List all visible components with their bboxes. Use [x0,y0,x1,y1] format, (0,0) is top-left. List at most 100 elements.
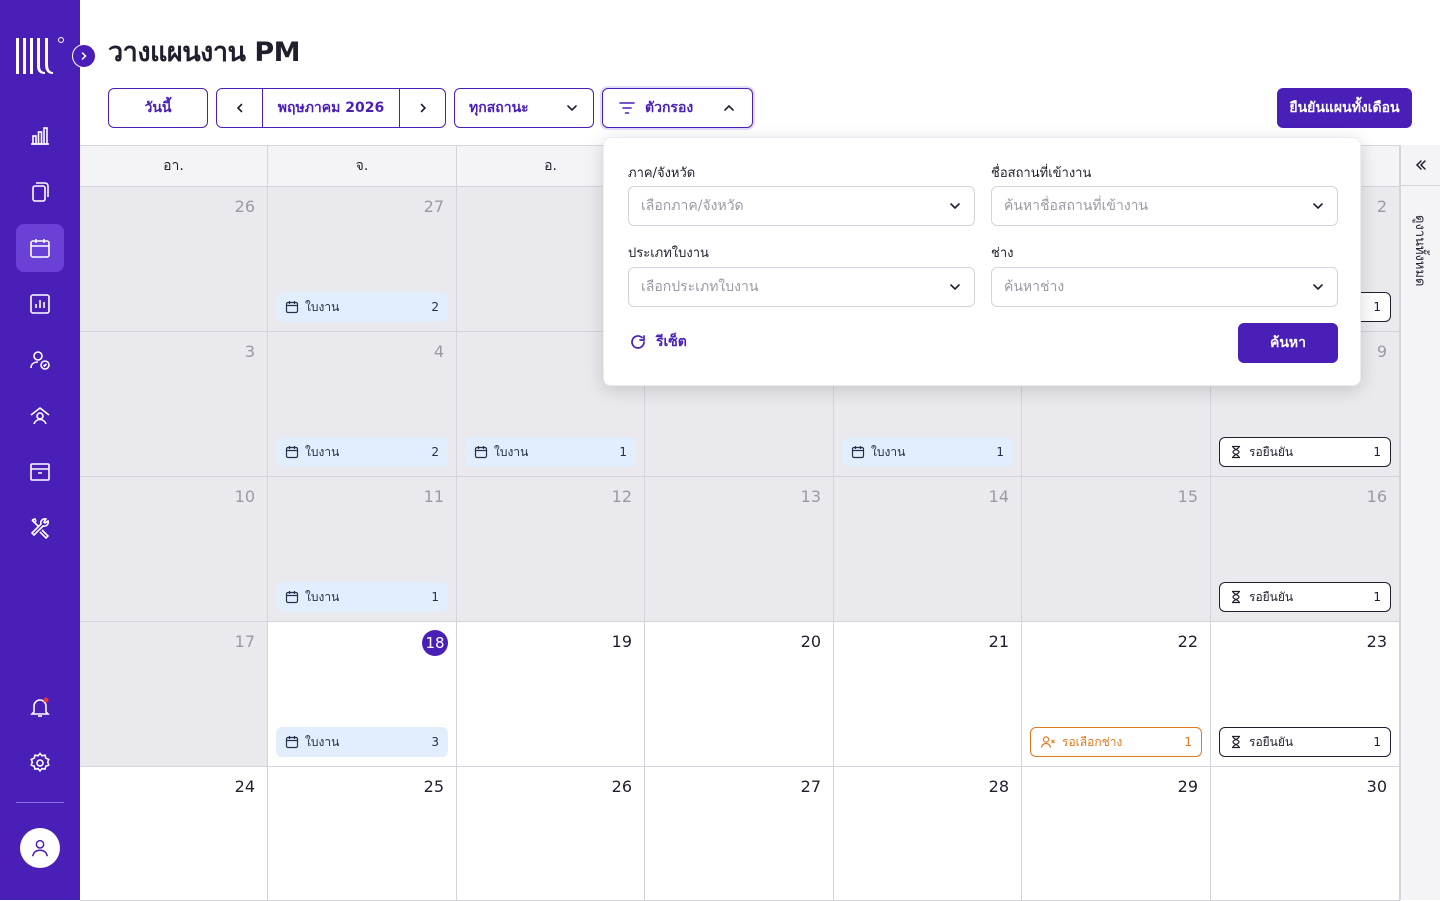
calendar-day-cell[interactable]: 13 [645,477,834,622]
sidebar-item-notifications[interactable] [16,683,64,731]
user-icon [31,839,49,857]
calendar-day-cell[interactable]: 21 [834,622,1022,767]
documents-icon [32,182,49,202]
search-button[interactable]: ค้นหา [1238,323,1338,363]
calendar-day-cell[interactable]: 10 [80,477,268,622]
sidebar-expand-button[interactable] [72,44,96,68]
today-button[interactable]: วันนี้ [108,88,208,128]
chevron-down-icon [1313,203,1323,210]
calendar-day-cell[interactable]: 12 [457,477,645,622]
calendar-day-cell[interactable]: 3 [80,332,268,477]
status-select-value: ทุกสถานะ [469,100,529,116]
sidebar-item-technicians[interactable] [16,336,64,384]
day-number: 2 [1376,197,1387,216]
day-number: 24 [234,777,255,796]
calendar-day-cell[interactable]: 27 ใบงาน 2 [268,187,457,332]
calendar-day-cell[interactable]: 23 รอยืนยัน 1 [1211,622,1400,767]
pending-confirm-chip[interactable]: รอยืนยัน 1 [1219,727,1391,757]
work-order-chip[interactable]: ใบงาน 1 [276,582,448,612]
type-placeholder: เลือกประเภทใบงาน [641,279,759,295]
sidebar-item-tools[interactable] [16,504,64,552]
calendar-icon [285,736,299,749]
side-panel-toggle[interactable] [1401,145,1440,186]
calendar-day-cell[interactable]: 4 ใบงาน 2 [268,332,457,477]
sidebar-item-archive[interactable] [16,448,64,496]
calendar-day-cell[interactable]: 14 [834,477,1022,622]
side-panel-label[interactable]: ดูงานทั้งหมด [1409,215,1430,286]
calendar-day-cell[interactable]: 19 [457,622,645,767]
calendar-day-cell[interactable]: 20 [645,622,834,767]
sidebar-item-settings[interactable] [16,739,64,787]
type-label: ประเภทใบงาน [628,246,709,261]
work-order-chip[interactable]: ใบงาน 2 [276,292,448,322]
page-title: วางแผนงาน PM [108,37,301,68]
calendar-day-cell[interactable]: 30 [1211,767,1400,901]
avatar[interactable] [20,828,60,868]
chevron-down-icon [567,105,577,112]
calendar-day-cell[interactable]: 22 รอเลือกช่าง 1 [1022,622,1211,767]
filter-button-label: ตัวกรอง [645,100,694,116]
day-number: 10 [234,487,255,506]
reset-button[interactable]: รีเซ็ต [628,331,687,353]
pending-confirm-chip[interactable]: รอยืนยัน 1 [1219,582,1391,612]
sidebar-item-dashboard[interactable] [16,112,64,160]
chip-count: 1 [1373,735,1381,749]
calendar-icon [285,446,299,459]
work-order-chip[interactable]: ใบงาน 1 [465,437,636,467]
site-select[interactable]: ค้นหาชื่อสถานที่เข้างาน [991,186,1338,226]
pending-technician-chip[interactable]: รอเลือกช่าง 1 [1030,727,1202,757]
calendar-day-cell[interactable]: 28 [834,767,1022,901]
user-cross-icon [1040,736,1055,748]
calendar-day-cell[interactable]: 26 [80,187,268,332]
filter-popover: ภาค/จังหวัด เลือกภาค/จังหวัด ชื่อสถานที่… [603,137,1361,386]
status-select[interactable]: ทุกสถานะ [454,88,594,128]
work-order-chip[interactable]: ใบงาน 1 [842,437,1013,467]
sidebar-item-customers[interactable] [16,392,64,440]
calendar-day-cell[interactable]: 24 [80,767,268,901]
hourglass-icon [1232,590,1240,604]
calendar-day-cell[interactable]: 29 [1022,767,1211,901]
refresh-icon [631,335,645,349]
chip-label: ใบงาน [305,299,340,314]
day-number: 21 [988,632,1009,651]
calendar-day-cell[interactable]: 27 [645,767,834,901]
filter-icon [619,102,635,114]
day-number: 11 [423,487,444,506]
calendar-icon [851,446,865,459]
region-label: ภาค/จังหวัด [628,166,696,181]
type-select[interactable]: เลือกประเภทใบงาน [628,267,975,307]
calendar-day-cell[interactable]: 15 [1022,477,1211,622]
calendar-day-cell[interactable]: 25 [268,767,457,901]
sidebar-item-reports[interactable] [16,280,64,328]
day-number: 28 [988,777,1009,796]
tech-select[interactable]: ค้นหาช่าง [991,267,1338,307]
calendar-day-cell[interactable]: 26 [457,767,645,901]
chevrons-left-icon [1415,160,1426,170]
month-navigator: พฤษภาคม 2026 [216,88,446,128]
sidebar-item-work-orders[interactable] [16,168,64,216]
work-order-chip[interactable]: ใบงาน 3 [276,727,448,757]
day-number: 30 [1366,777,1387,796]
day-number: 23 [1366,632,1387,651]
chip-label: รอเลือกช่าง [1062,734,1123,749]
calendar-day-cell[interactable]: 16 รอยืนยัน 1 [1211,477,1400,622]
sidebar-item-calendar[interactable] [16,224,64,272]
confirm-month-plan-button[interactable]: ยืนยันแผนทั้งเดือน [1277,88,1412,128]
user-home-icon [30,406,50,425]
region-select[interactable]: เลือกภาค/จังหวัด [628,186,975,226]
report-chart-icon [30,294,50,314]
next-month-button[interactable] [400,89,445,127]
calendar-day-cell[interactable]: 17 [80,622,268,767]
calendar-day-cell[interactable]: 11 ใบงาน 1 [268,477,457,622]
work-order-chip[interactable]: ใบงาน 2 [276,437,448,467]
reset-label: รีเซ็ต [656,334,687,350]
pending-confirm-chip[interactable]: รอยืนยัน 1 [1219,437,1391,467]
calendar-day-cell[interactable]: 18 ใบงาน 3 [268,622,457,767]
bar-chart-icon [31,127,49,145]
chip-label: ใบงาน [494,444,529,459]
filter-button[interactable]: ตัวกรอง [602,88,753,128]
calendar-icon [285,591,299,604]
chip-label: ใบงาน [871,444,906,459]
chevron-down-icon [950,284,960,291]
prev-month-button[interactable] [217,89,262,127]
